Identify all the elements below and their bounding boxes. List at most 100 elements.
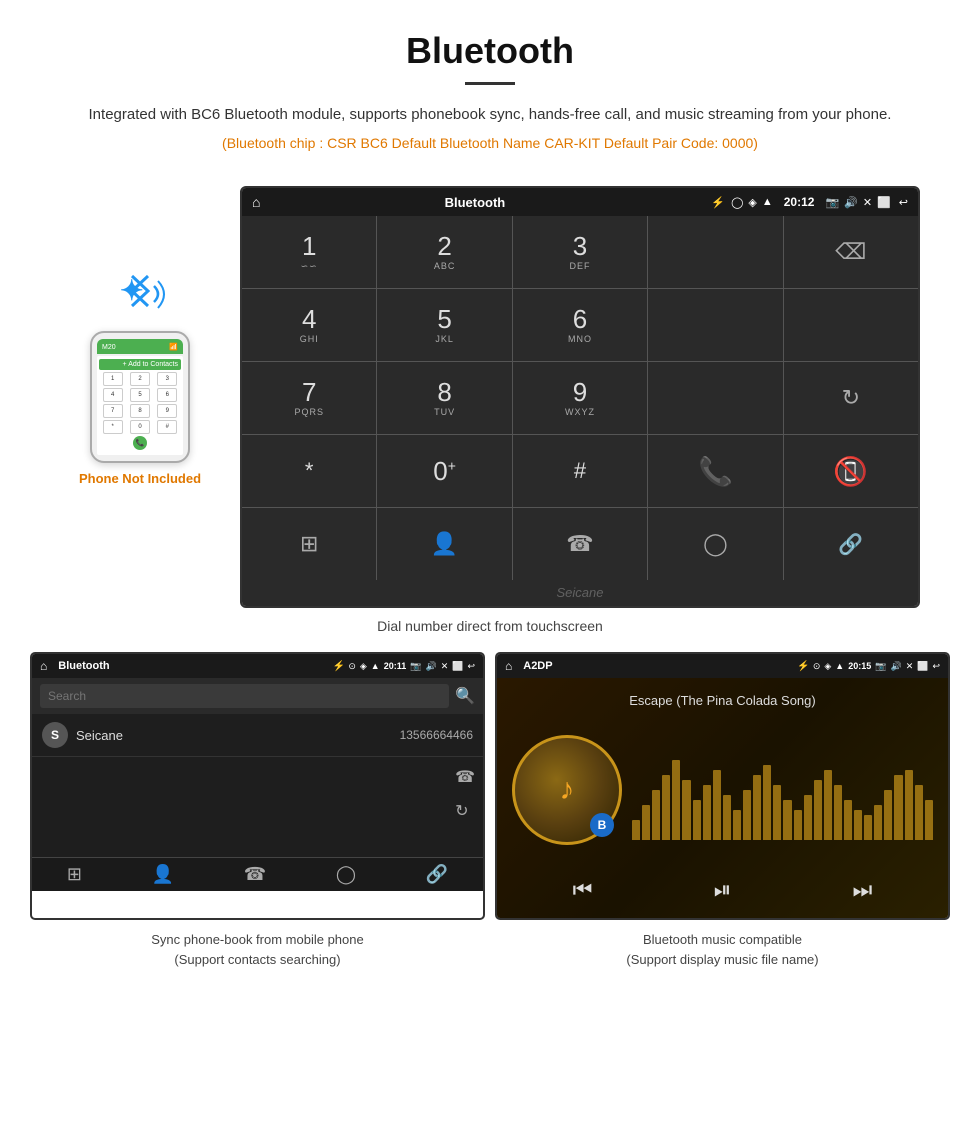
music-song-title: Escape (The Pina Colada Song) [629,693,815,708]
ms-back-icon[interactable]: ↩ [932,661,940,672]
phone-screen: + Add to Contacts 123 456 789 *0# 📞 [97,356,183,455]
pb-back-icon[interactable]: ↩ [467,661,475,672]
dial-phone-btn[interactable]: ☎ [513,508,647,580]
ms-home-icon[interactable]: ⌂ [505,659,512,673]
dial-key-6[interactable]: 6 MNO [513,289,647,361]
close-icon[interactable]: ✕ [863,196,872,209]
dial-backspace[interactable]: ⌫ [784,216,918,288]
bluetooth-symbol-icon: ✦ [120,274,143,307]
music-content: Escape (The Pina Colada Song) ♪ B ⏮ ⏯ ⏭ [497,678,948,918]
pb-sync-side-icon[interactable]: ↻ [455,801,475,821]
visualizer-bar [662,775,670,840]
ms-screen-icon[interactable]: ⬜ [917,661,928,672]
ms-close-icon[interactable]: ✕ [906,661,914,672]
music-next-btn[interactable]: ⏭ [853,877,873,903]
dial-key-4[interactable]: 4 GHI [242,289,376,361]
visualizer-bar [905,770,913,840]
visualizer-bar [864,815,872,840]
nav-icons: ↩ [899,196,908,209]
pb-volume-icon[interactable]: 🔊 [425,661,436,672]
music-caption: Bluetooth music compatible (Support disp… [495,930,950,969]
pb-contact-list: S Seicane 13566664466 ☎ ↻ [32,714,483,857]
dial-key-star[interactable]: * [242,435,376,507]
dial-key-8[interactable]: 8 TUV [377,362,511,434]
dial-display [648,216,782,288]
ms-camera-icon[interactable]: 📷 [875,661,886,672]
dial-time: 20:12 [784,195,815,209]
pb-toolbar-contacts-icon[interactable]: 👤 [152,864,174,885]
visualizer-bar [632,820,640,840]
dial-redial[interactable]: ↻ [784,362,918,434]
visualizer-bar [682,780,690,840]
visualizer-bar [804,795,812,840]
dial-key-5[interactable]: 5 JKL [377,289,511,361]
dial-empty-2 [784,289,918,361]
dial-call-btn[interactable]: 📞 [648,435,782,507]
phone-top-bar: M20 📶 [97,339,183,354]
dial-key-hash[interactable]: # [513,435,647,507]
volume-icon[interactable]: 🔊 [844,196,858,209]
screen-icon[interactable]: ⬜ [877,196,891,209]
pb-contact-row[interactable]: S Seicane 13566664466 [32,714,483,757]
pb-search-input[interactable] [40,684,449,708]
visualizer-bar [652,790,660,840]
visualizer-bar [884,790,892,840]
bluetooth-status-icon: ◯ [731,196,743,209]
phonebook-caption: Sync phone-book from mobile phone (Suppo… [30,930,485,969]
visualizer-bar [925,800,933,840]
pb-screen-icon[interactable]: ⬜ [452,661,463,672]
dial-hangup-btn[interactable]: 📵 [784,435,918,507]
dial-key-9[interactable]: 9 WXYZ [513,362,647,434]
page-title: Bluetooth [60,30,920,72]
music-prev-btn[interactable]: ⏮ [573,877,593,903]
visualizer-bar [743,790,751,840]
pb-contact-name: Seicane [76,728,400,743]
pb-toolbar-grid-icon[interactable]: ⊞ [67,864,82,885]
dial-key-1[interactable]: 1 ∽∽ [242,216,376,288]
music-main-area: ♪ B [512,723,933,857]
dial-key-0[interactable]: 0+ [377,435,511,507]
pb-camera-icon[interactable]: 📷 [410,661,421,672]
ms-location-icon: ◈ [824,661,831,672]
pb-location-icon: ◈ [360,661,367,672]
phonebook-screen: ⌂ Bluetooth ⚡ ⊙ ◈ ▲ 20:11 📷 🔊 ✕ ⬜ ↩ 🔍 [30,652,485,920]
dial-contacts-btn[interactable]: 👤 [377,508,511,580]
pb-toolbar-link-icon[interactable]: 🔗 [426,864,448,885]
visualizer-bar [672,760,680,840]
visualizer-bar [794,810,802,840]
camera-icon[interactable]: 📷 [825,196,839,209]
visualizer-bar [733,810,741,840]
back-icon[interactable]: ↩ [899,196,908,209]
music-play-pause-btn[interactable]: ⏯ [714,877,732,903]
dial-grid-btn[interactable]: ⊞ [242,508,376,580]
pb-toolbar-phone-icon[interactable]: ☎ [244,864,266,885]
dial-key-7[interactable]: 7 PQRS [242,362,376,434]
pb-usb-icon: ⚡ [333,661,345,672]
ms-usb-icon: ⚡ [797,661,809,672]
pb-app-title: Bluetooth [58,660,333,672]
music-status-bar: ⌂ A2DP ⚡ ⊙ ◈ ▲ 20:15 📷 🔊 ✕ ⬜ ↩ [497,654,948,678]
visualizer-bar [854,810,862,840]
pb-call-side-icon[interactable]: ☎ [455,767,475,787]
bottom-screenshots: ⌂ Bluetooth ⚡ ⊙ ◈ ▲ 20:11 📷 🔊 ✕ ⬜ ↩ 🔍 [0,652,980,920]
dial-caption: Dial number direct from touchscreen [0,618,980,634]
page-header: Bluetooth Integrated with BC6 Bluetooth … [0,0,980,186]
music-album-art: ♪ B [512,735,622,845]
dial-key-2[interactable]: 2 ABC [377,216,511,288]
dial-link-btn[interactable]: 🔗 [784,508,918,580]
dial-bt-btn[interactable]: ◯ [648,508,782,580]
pb-search-icon[interactable]: 🔍 [455,686,475,706]
pb-close-icon[interactable]: ✕ [441,661,449,672]
music-controls: ⏮ ⏯ ⏭ [512,877,933,903]
ms-volume-icon[interactable]: 🔊 [890,661,901,672]
usb-icon: ⚡ [711,196,725,209]
bluetooth-icon-container: ✦ [110,266,170,326]
ms-bt-icon: ⊙ [813,661,821,672]
title-divider [465,82,515,85]
pb-home-icon[interactable]: ⌂ [40,659,47,673]
home-icon[interactable]: ⌂ [252,194,260,210]
ms-time: 20:15 [848,661,871,671]
pb-toolbar-bt-icon[interactable]: ◯ [336,864,356,885]
visualizer-bar [894,775,902,840]
dial-key-3[interactable]: 3 DEF [513,216,647,288]
